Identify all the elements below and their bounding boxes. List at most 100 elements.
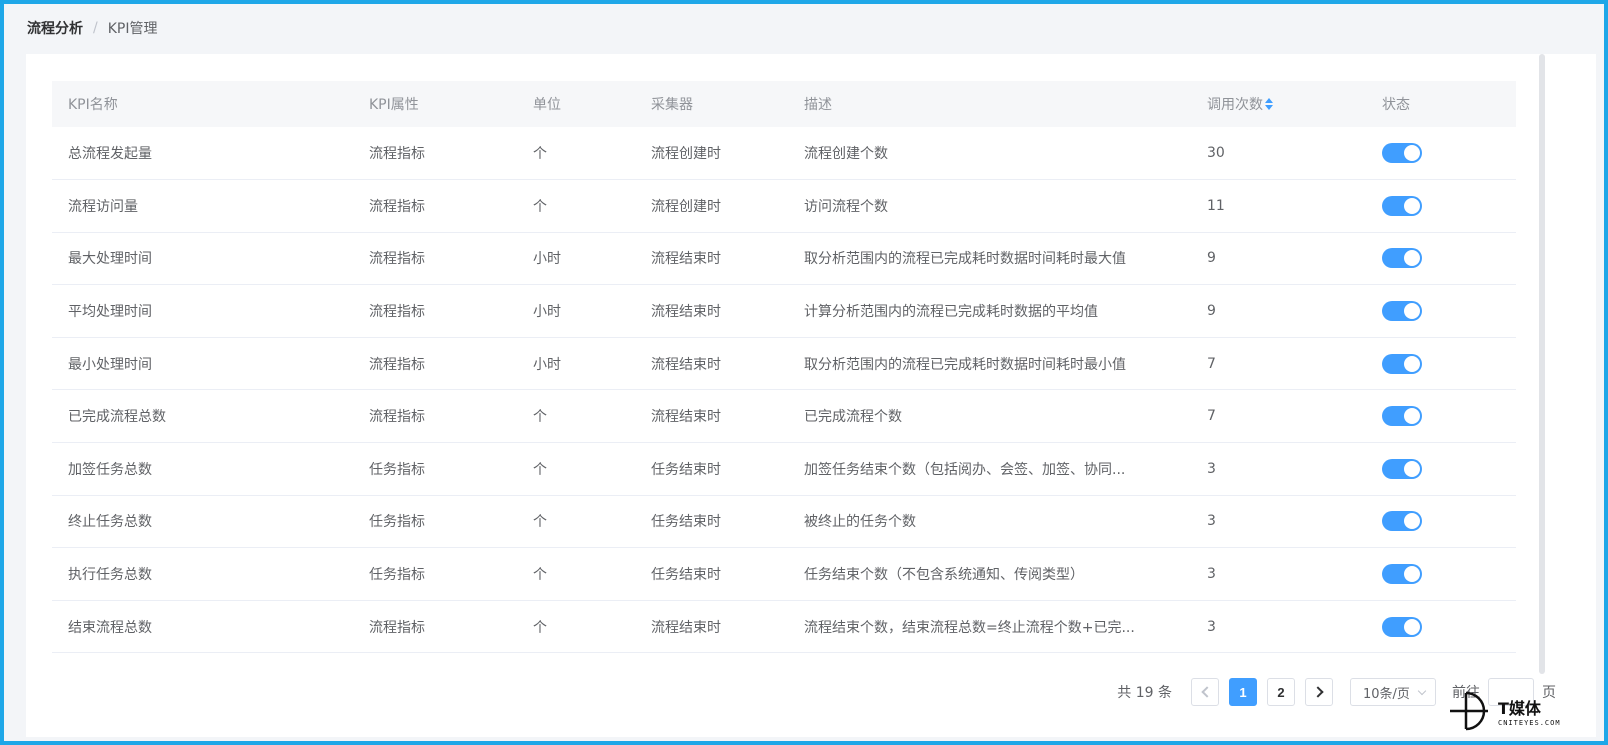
- cell-kpi-attr: 流程指标: [369, 619, 425, 636]
- status-toggle[interactable]: [1382, 511, 1422, 532]
- toggle-knob: [1404, 513, 1420, 530]
- prev-page-button[interactable]: [1191, 678, 1219, 706]
- toggle-knob: [1404, 145, 1420, 162]
- table-row: 平均处理时间 流程指标 小时 流程结束时 计算分析范围内的流程已完成耗时数据的平均值 9: [52, 285, 1516, 338]
- table-row: 加签任务总数 任务指标 个 任务结束时 加签任务结束个数（包括阅办、会签、加签、协同..…: [52, 443, 1516, 496]
- status-toggle[interactable]: [1382, 564, 1422, 585]
- status-toggle[interactable]: [1382, 248, 1422, 269]
- cell-kpi-name: 总流程发起量: [68, 146, 152, 163]
- col-header-description: 描述: [804, 97, 832, 113]
- table-row: 总流程发起量 流程指标 个 流程创建时 流程创建个数 30: [52, 127, 1516, 180]
- cell-kpi-name: 平均处理时间: [68, 304, 152, 321]
- cell-kpi-attr: 流程指标: [369, 198, 425, 215]
- cell-status: [1366, 390, 1516, 443]
- next-page-button[interactable]: [1305, 678, 1333, 706]
- cell-kpi-attr: 流程指标: [369, 409, 425, 426]
- toggle-knob: [1404, 460, 1420, 477]
- cell-call-count: 3: [1207, 618, 1216, 635]
- status-toggle[interactable]: [1382, 143, 1422, 164]
- cell-collector: 流程结束时: [651, 619, 721, 636]
- breadcrumb-separator: /: [93, 20, 98, 36]
- cell-kpi-attr: 流程指标: [369, 251, 425, 268]
- watermark-logo-icon: [1450, 691, 1488, 731]
- watermark-text: T媒体: [1498, 699, 1541, 718]
- status-toggle[interactable]: [1382, 406, 1422, 427]
- toggle-knob: [1404, 303, 1420, 320]
- table-row: 终止任务总数 任务指标 个 任务结束时 被终止的任务个数 3: [52, 495, 1516, 548]
- cell-kpi-attr: 任务指标: [369, 461, 425, 478]
- cell-status: [1366, 495, 1516, 548]
- cell-unit: 小时: [533, 251, 561, 268]
- chevron-down-icon: [1417, 686, 1427, 696]
- cell-collector: 流程结束时: [651, 304, 721, 321]
- cell-unit: 个: [533, 409, 547, 426]
- breadcrumb: 流程分析 / KPI管理: [27, 17, 157, 39]
- cell-collector: 流程结束时: [651, 251, 721, 268]
- cell-description: 已完成流程个数: [804, 409, 902, 426]
- cell-collector: 任务结束时: [651, 514, 721, 531]
- cell-description: 访问流程个数: [804, 198, 888, 215]
- status-toggle[interactable]: [1382, 301, 1422, 322]
- cell-kpi-name: 最大处理时间: [68, 251, 152, 268]
- col-header-call-count[interactable]: 调用次数: [1191, 81, 1366, 127]
- page-button-1[interactable]: 1: [1229, 678, 1257, 706]
- toggle-knob: [1404, 355, 1420, 372]
- breadcrumb-item-kpi-management: KPI管理: [107, 21, 158, 37]
- cell-status: [1366, 443, 1516, 496]
- cell-unit: 个: [533, 514, 547, 531]
- cell-status: [1366, 127, 1516, 180]
- col-header-unit: 单位: [533, 97, 561, 113]
- col-header-kpi-name: KPI名称: [68, 97, 118, 113]
- chevron-right-icon: [1311, 686, 1324, 698]
- cell-kpi-name: 结束流程总数: [68, 619, 152, 636]
- cell-description: 流程创建个数: [804, 146, 888, 163]
- cell-call-count: 9: [1207, 303, 1216, 320]
- breadcrumb-item-process-analysis[interactable]: 流程分析: [27, 18, 83, 38]
- vertical-scrollbar[interactable]: [1539, 54, 1545, 674]
- cell-kpi-attr: 流程指标: [369, 146, 425, 163]
- cell-unit: 小时: [533, 304, 561, 321]
- cell-collector: 流程创建时: [651, 146, 721, 163]
- cell-collector: 流程创建时: [651, 198, 721, 215]
- status-toggle[interactable]: [1382, 195, 1422, 216]
- cell-kpi-name: 已完成流程总数: [68, 409, 166, 426]
- cell-kpi-attr: 任务指标: [369, 514, 425, 531]
- toggle-knob: [1404, 197, 1420, 214]
- col-header-call-count-label: 调用次数: [1207, 97, 1263, 113]
- page-button-2[interactable]: 2: [1267, 678, 1295, 706]
- cell-call-count: 11: [1207, 197, 1225, 214]
- cell-description: 取分析范围内的流程已完成耗时数据时间耗时最小值: [804, 356, 1126, 373]
- cell-status: [1366, 180, 1516, 233]
- status-toggle[interactable]: [1382, 458, 1422, 479]
- cell-kpi-name: 最小处理时间: [68, 356, 152, 373]
- cell-collector: 流程结束时: [651, 409, 721, 426]
- cell-unit: 个: [533, 146, 547, 163]
- cell-call-count: 3: [1207, 460, 1216, 477]
- page-size-value: 10条/页: [1363, 686, 1410, 702]
- cell-status: [1366, 337, 1516, 390]
- cell-kpi-attr: 流程指标: [369, 304, 425, 321]
- table-row: 最小处理时间 流程指标 小时 流程结束时 取分析范围内的流程已完成耗时数据时间耗时最小值…: [52, 337, 1516, 390]
- cell-collector: 任务结束时: [651, 461, 721, 478]
- page-size-select[interactable]: 10条/页: [1350, 678, 1436, 706]
- col-header-collector: 采集器: [651, 97, 693, 113]
- table-row: 已完成流程总数 流程指标 个 流程结束时 已完成流程个数 7: [52, 390, 1516, 443]
- kpi-table-card: KPI名称 KPI属性 单位 采集器 描述 调用次数 状态 总流程发起量 流程指标…: [26, 54, 1596, 737]
- col-header-kpi-attr: KPI属性: [369, 97, 419, 113]
- cell-unit: 个: [533, 619, 547, 636]
- cell-kpi-name: 流程访问量: [68, 198, 138, 215]
- cell-collector: 任务结束时: [651, 567, 721, 584]
- toggle-knob: [1404, 566, 1420, 583]
- cell-unit: 个: [533, 567, 547, 584]
- status-toggle[interactable]: [1382, 616, 1422, 637]
- cell-unit: 个: [533, 461, 547, 478]
- table-row: 最大处理时间 流程指标 小时 流程结束时 取分析范围内的流程已完成耗时数据时间耗时最大值…: [52, 232, 1516, 285]
- cell-kpi-name: 加签任务总数: [68, 461, 152, 478]
- watermark: T媒体 CNITEYES.COM: [1448, 689, 1568, 733]
- status-toggle[interactable]: [1382, 353, 1422, 374]
- cell-call-count: 7: [1207, 408, 1216, 425]
- toggle-knob: [1404, 408, 1420, 425]
- kpi-table: KPI名称 KPI属性 单位 采集器 描述 调用次数 状态 总流程发起量 流程指标…: [52, 81, 1516, 653]
- cell-description: 计算分析范围内的流程已完成耗时数据的平均值: [804, 304, 1098, 321]
- watermark-subtext: CNITEYES.COM: [1498, 719, 1561, 727]
